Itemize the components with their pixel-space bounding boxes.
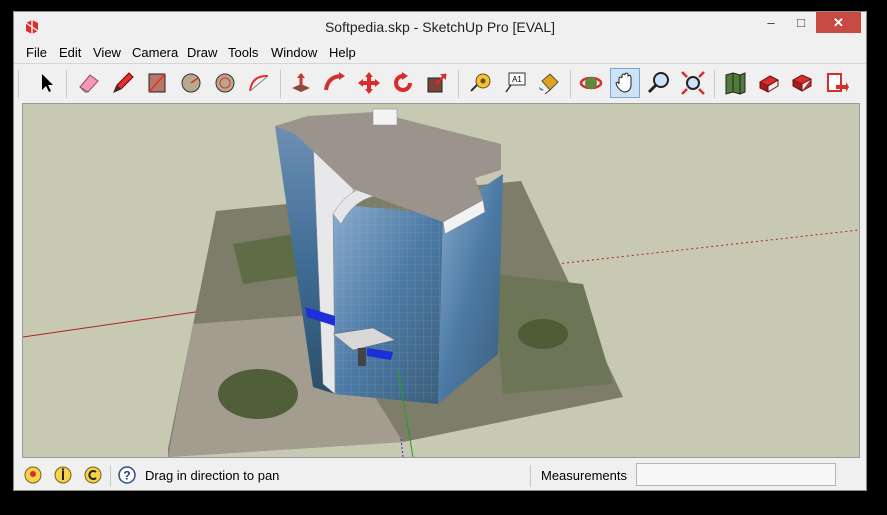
maximize-button[interactable]: □ (786, 12, 816, 33)
svg-text:?: ? (123, 469, 130, 483)
toolbar-grip (18, 70, 19, 98)
main-toolbar: A1 (14, 63, 866, 104)
pan-tool-button[interactable] (610, 68, 640, 98)
scale-tool-button[interactable] (422, 68, 452, 98)
rotate-icon (394, 72, 412, 92)
orbit-icon (579, 76, 603, 90)
follow-me-icon (324, 72, 345, 91)
rectangle-icon (148, 73, 166, 93)
orbit-tool-button[interactable] (576, 68, 606, 98)
push-pull-tool-button[interactable] (286, 68, 316, 98)
menu-bar: File Edit View Camera Draw Tools Window … (14, 43, 866, 63)
pencil-tool-button[interactable] (108, 68, 138, 98)
polygon-tool-button[interactable] (210, 68, 240, 98)
text-label-glyph: A1 (512, 75, 522, 84)
menu-tools[interactable]: Tools (228, 45, 258, 60)
drawing-viewport[interactable] (22, 103, 860, 458)
toolbar-separator (458, 70, 459, 98)
zoom-tool-button[interactable] (644, 68, 674, 98)
toolbar-separator (66, 70, 67, 98)
share-model-tool-button[interactable] (754, 68, 784, 98)
building-glass-grid (335, 204, 440, 399)
toolbar-separator (570, 70, 571, 98)
tape-measure-tool-button[interactable] (466, 68, 496, 98)
scale-icon (427, 73, 447, 93)
tree-cluster (218, 369, 298, 419)
menu-camera[interactable]: Camera (132, 45, 178, 60)
menu-file[interactable]: File (26, 45, 47, 60)
geolocation-icon[interactable] (23, 465, 43, 485)
circle-tool-button[interactable] (176, 68, 206, 98)
toolbar-separator (714, 70, 715, 98)
close-button[interactable]: ✕ (816, 12, 861, 33)
canopy-support (358, 348, 366, 366)
measurements-label: Measurements (541, 468, 627, 483)
move-tool-button[interactable] (354, 68, 384, 98)
status-message: Drag in direction to pan (145, 468, 280, 483)
push-pull-icon (292, 73, 310, 92)
send-to-layout-icon (827, 73, 849, 92)
app-window: Softpedia.skp - SketchUp Pro [EVAL] ✕ – … (13, 11, 867, 491)
text-label-icon: A1 (505, 72, 526, 93)
zoom-extents-tool-button[interactable] (678, 68, 708, 98)
select-icon (42, 74, 53, 92)
arc-tool-button[interactable] (244, 68, 274, 98)
rotate-tool-button[interactable] (388, 68, 418, 98)
get-models-tool-button[interactable] (720, 68, 750, 98)
menu-edit[interactable]: Edit (59, 45, 81, 60)
polygon-icon (215, 73, 235, 93)
share-model-icon (758, 75, 780, 93)
zoom-icon (647, 72, 669, 94)
model-scene[interactable] (23, 104, 859, 457)
title-bar: Softpedia.skp - SketchUp Pro [EVAL] ✕ – … (14, 12, 866, 43)
get-models-icon (725, 72, 746, 95)
minimize-button[interactable]: – (756, 12, 786, 33)
arc-icon (249, 74, 269, 92)
measurements-input[interactable] (636, 463, 836, 486)
rectangle-tool-button[interactable] (142, 68, 172, 98)
paint-bucket-icon (539, 73, 559, 95)
menu-view[interactable]: View (93, 45, 121, 60)
share-component-icon (791, 74, 813, 92)
move-icon (358, 72, 380, 94)
text-tool-button[interactable]: A1 (500, 68, 530, 98)
send-to-layout-tool-button[interactable] (822, 68, 852, 98)
pencil-icon (113, 72, 134, 93)
menu-draw[interactable]: Draw (187, 45, 217, 60)
tape-measure-icon (470, 73, 491, 92)
eraser-tool-button[interactable] (74, 68, 104, 98)
select-tool-button[interactable] (31, 68, 61, 98)
roof-structure (372, 108, 398, 126)
eraser-icon (79, 74, 99, 93)
circle-icon (181, 73, 201, 93)
status-bar: ? Drag in direction to pan Measurements (14, 459, 866, 491)
menu-window[interactable]: Window (271, 45, 317, 60)
menu-help[interactable]: Help (329, 45, 356, 60)
credits-icon[interactable] (53, 465, 73, 485)
pan-icon (615, 72, 632, 93)
follow-me-tool-button[interactable] (320, 68, 350, 98)
zoom-extents-icon (681, 71, 705, 95)
window-title: Softpedia.skp - SketchUp Pro [EVAL] (324, 19, 556, 35)
sign-in-icon[interactable] (83, 465, 103, 485)
status-separator (530, 465, 531, 487)
share-component-tool-button[interactable] (788, 68, 818, 98)
toolbar-separator (280, 70, 281, 98)
tree-cluster-2 (518, 319, 568, 349)
paint-bucket-tool-button[interactable] (534, 68, 564, 98)
help-icon[interactable]: ? (117, 465, 137, 485)
status-separator (110, 465, 111, 487)
